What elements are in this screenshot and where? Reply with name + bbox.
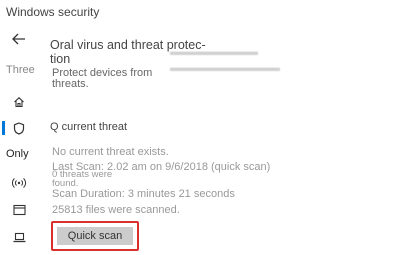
threat-status: No current threat exists. bbox=[52, 146, 169, 158]
quick-scan-button[interactable]: Quick scan bbox=[57, 227, 133, 245]
window-title: Windows security bbox=[6, 5, 100, 19]
section-title: Q current threat bbox=[50, 121, 128, 133]
sidebar-item-three[interactable]: Three bbox=[6, 64, 35, 76]
title-bar: Windows security bbox=[0, 0, 420, 24]
sidebar: Three Only bbox=[0, 24, 38, 255]
faded-background-text: ▬▬▬▬▬▬▬▬ bbox=[170, 46, 258, 58]
files-scanned-text: 25813 files were scanned. bbox=[52, 204, 180, 216]
scan-duration-text: Scan Duration: 3 minutes 21 seconds bbox=[52, 188, 235, 200]
windows-security-window: Windows security Three Only Oral virus a… bbox=[0, 0, 420, 255]
threats-found-text: 0 threats were found. bbox=[52, 169, 113, 189]
faded-background-text: ▬▬▬▬▬▬▬▬▬▬ bbox=[170, 62, 280, 74]
laptop-icon[interactable] bbox=[0, 230, 38, 244]
shield-icon[interactable] bbox=[0, 121, 38, 135]
page-subtitle: Protect devices from threats. bbox=[52, 67, 153, 90]
back-arrow-icon[interactable] bbox=[0, 32, 38, 46]
sidebar-item-only[interactable]: Only bbox=[6, 148, 29, 160]
app-browser-icon[interactable] bbox=[0, 203, 38, 217]
quick-scan-highlight: Quick scan bbox=[51, 221, 139, 251]
home-icon[interactable] bbox=[0, 95, 38, 109]
wireless-icon[interactable] bbox=[0, 176, 38, 190]
main-content: Oral virus and threat protec- tion Prote… bbox=[38, 24, 420, 255]
